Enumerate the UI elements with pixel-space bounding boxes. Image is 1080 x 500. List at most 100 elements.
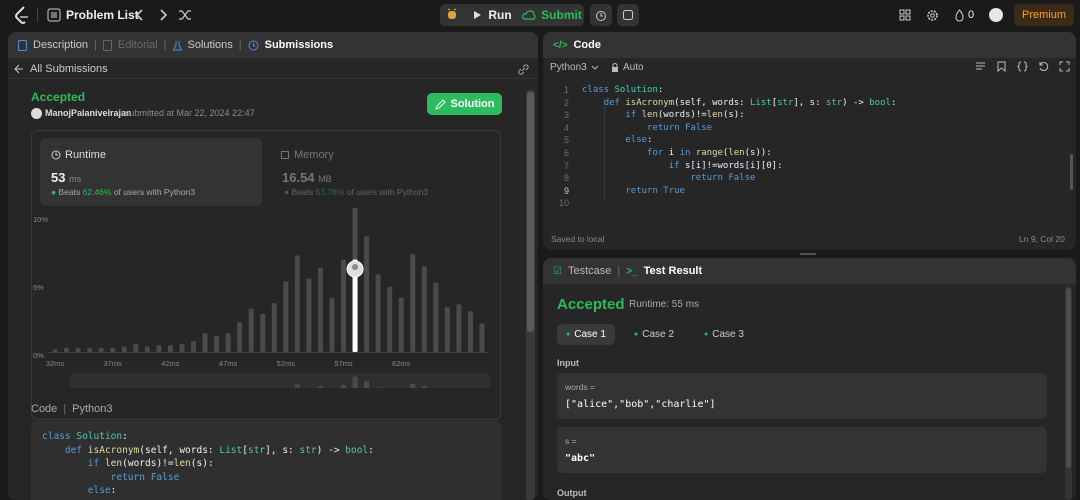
runtime-beats: ● Beats 62.46% of users with Python3 [51,187,195,197]
tab-test-result[interactable]: Test Result [644,265,702,277]
chart-bar[interactable] [260,313,266,352]
link-icon[interactable] [516,62,530,76]
description-icon [18,39,27,51]
code-line: def isAcronym(self, words: List[str], s:… [603,97,897,108]
chart-bar[interactable] [52,349,58,352]
chart-bar[interactable] [167,345,173,352]
chart-bar[interactable] [444,307,450,352]
braces-icon[interactable] [1017,61,1028,72]
shuffle-icon[interactable] [178,8,192,22]
solution-label: Solution [450,98,495,110]
code-line: if len(words)!=len(s): [625,110,745,121]
overview-bar [410,384,416,388]
chart-bar[interactable] [237,322,243,352]
code-area[interactable]: 1 2 3 4 5 6 7 8 9 10 class Solution: def isAcrony… [543,84,1076,224]
left-scrollbar-thumb[interactable] [527,92,534,332]
timer-button[interactable] [590,4,612,26]
chart-bar[interactable] [110,347,116,352]
chart-bar[interactable] [364,236,370,352]
fullscreen-icon[interactable] [1059,61,1070,72]
chart-bar[interactable] [144,346,150,352]
problem-list-link[interactable]: Problem List [66,8,139,22]
chart-bar[interactable] [271,303,277,352]
debug-icon[interactable] [444,6,460,22]
gear-icon[interactable] [925,8,939,22]
run-label: Run [488,8,512,22]
case-1-tab[interactable]: ● Case 1 [557,324,615,345]
y-tick-label: 10% [33,215,48,224]
chart-bar[interactable] [98,347,104,352]
chart-bar[interactable] [133,343,139,352]
chart-bar[interactable] [467,311,473,352]
chart-bar[interactable] [317,267,323,352]
notes-button[interactable] [617,4,639,26]
result-scrollbar-thumb[interactable] [1066,288,1071,468]
line-number: 3 [563,110,569,121]
resize-handle[interactable] [800,253,816,255]
prev-problem-icon[interactable] [134,8,146,22]
tab-description[interactable]: Description [33,39,88,51]
output-label: Output [557,488,587,498]
chart-bar[interactable] [225,332,231,352]
chart-bar[interactable] [456,304,462,352]
arrow-left-icon [14,64,23,74]
x-tick-label: 57ms [334,359,353,368]
mode-select[interactable]: Auto [611,62,644,73]
tab-editorial[interactable]: Editorial [118,39,158,51]
chart-bar[interactable] [248,308,254,352]
line-number: 8 [563,173,569,184]
chart-bar[interactable] [375,274,381,352]
chart-bar[interactable] [64,347,70,352]
premium-button[interactable]: Premium [1014,4,1074,26]
memory-beats: ● Beats 53.78% of users with Python3 [284,187,428,197]
chart-bar[interactable] [214,335,220,352]
chevron-down-icon [591,65,599,70]
leetcode-logo-icon[interactable] [14,6,30,24]
chart-bar[interactable] [190,341,196,352]
left-tab-bar: Description | Editorial | Solutions | Su… [8,32,538,58]
chart-bar[interactable] [306,278,312,352]
tab-submissions[interactable]: Submissions [265,39,333,51]
next-problem-icon[interactable] [157,8,169,22]
chart-bar[interactable] [294,255,300,352]
submit-button[interactable]: Submit [522,5,582,25]
x-tick-label: 47ms [219,359,238,368]
code-line: return False [690,173,756,184]
editor-scrollbar[interactable] [1070,154,1073,190]
chart-bar[interactable] [433,282,439,352]
chart-bar[interactable] [121,346,127,352]
chart-bar[interactable] [179,343,185,352]
layout-grid-icon[interactable] [898,8,912,22]
submitter-name[interactable]: ManojPalanivelrajan [45,108,132,118]
case-2-tab[interactable]: ● Case 2 [625,324,683,345]
chart-bar[interactable] [283,281,289,352]
chart-bar[interactable] [387,286,393,352]
tab-testcase[interactable]: Testcase [568,265,611,277]
memory-value-row: 16.54 MB [282,170,332,185]
run-button[interactable]: Run [466,5,518,25]
solution-button[interactable]: Solution [427,93,502,115]
chart-bar[interactable] [87,347,93,352]
bookmark-icon[interactable] [996,61,1007,72]
reset-icon[interactable] [1038,61,1049,72]
chart-bar[interactable] [421,266,427,352]
chart-bar[interactable] [398,297,404,352]
chart-overview-strip[interactable] [70,373,490,388]
code-language: Python3 [72,403,113,415]
streak-fire-icon[interactable] [953,8,965,22]
back-to-submissions[interactable]: All Submissions [14,63,108,75]
chart-bar[interactable] [410,254,416,352]
avatar[interactable] [989,8,1003,22]
format-icon[interactable] [975,61,986,72]
chart-bar[interactable] [156,345,162,352]
language-select[interactable]: Python3 [550,62,599,73]
chart-bar[interactable] [202,332,208,352]
chart-bar[interactable] [329,297,335,352]
chart-bar[interactable] [479,323,485,352]
chart-bar[interactable] [341,259,347,352]
tab-solutions[interactable]: Solutions [188,39,233,51]
cloud-upload-icon [522,10,536,20]
case-3-tab[interactable]: ● Case 3 [695,324,753,345]
chart-bar[interactable] [75,347,81,352]
list-icon[interactable] [47,8,61,22]
